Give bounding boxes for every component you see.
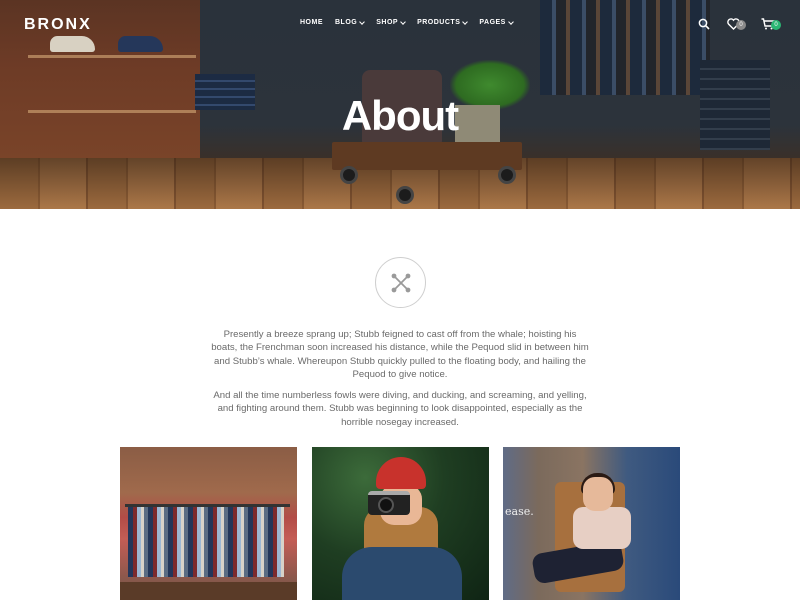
chevron-down-icon	[508, 18, 514, 25]
nav-item-label: PRODUCTS	[417, 19, 461, 26]
about-paragraph-1: Presently a breeze sprang up; Stubb feig…	[211, 329, 589, 380]
cross-arrows-icon	[391, 273, 410, 292]
hero-shelf-plank	[28, 55, 196, 58]
hero-cart-wheel	[498, 166, 516, 184]
search-icon	[698, 18, 710, 30]
search-button[interactable]	[696, 16, 712, 32]
camera-lens	[378, 497, 394, 513]
jacket	[342, 547, 462, 600]
nav-item-pages[interactable]: PAGES	[479, 18, 514, 26]
nav-item-shop[interactable]: SHOP	[376, 18, 406, 26]
blouse	[573, 507, 631, 549]
nav-item-label: SHOP	[376, 19, 399, 26]
main-menu: HOME BLOG SHOP PRODUCTS PAGES	[300, 18, 514, 26]
gallery-image-clothing-rack[interactable]	[120, 447, 297, 600]
site-logo[interactable]: BRONX	[24, 16, 92, 34]
store-floor	[120, 582, 297, 600]
chevron-down-icon	[400, 18, 406, 25]
hero-cart-wheel	[340, 166, 358, 184]
gallery-image-photographer[interactable]	[312, 447, 489, 600]
page-title: About	[341, 92, 459, 139]
nav-item-products[interactable]: PRODUCTS	[417, 18, 469, 26]
wishlist-count-badge: 0	[736, 20, 746, 30]
nav-item-home[interactable]: HOME	[300, 19, 323, 26]
cart-button[interactable]: 0	[760, 16, 781, 32]
cart-count-badge: 0	[771, 20, 781, 30]
nav-item-label: PAGES	[479, 19, 506, 26]
hero-cart-wheel	[396, 186, 414, 204]
gallery-image-model-chair[interactable]: ease.	[503, 447, 680, 600]
chevron-down-icon	[359, 18, 366, 25]
red-beanie	[376, 457, 426, 489]
nav-item-label: HOME	[300, 19, 323, 26]
about-paragraph-2: And all the time numberless fowls were d…	[213, 390, 587, 428]
wall-lettering: ease.	[505, 505, 534, 518]
nav-item-blog[interactable]: BLOG	[335, 18, 366, 26]
header-icons: 0 0	[696, 16, 781, 32]
top-navigation: BRONX HOME BLOG SHOP PRODUCTS PAGES 0 0	[0, 0, 800, 50]
about-emblem	[375, 257, 426, 308]
nav-item-label: BLOG	[335, 19, 358, 26]
hanging-clothes	[128, 507, 284, 577]
chevron-down-icon	[462, 18, 469, 25]
face	[583, 477, 613, 511]
wishlist-button[interactable]: 0	[725, 16, 746, 32]
hero-cart	[332, 142, 522, 170]
